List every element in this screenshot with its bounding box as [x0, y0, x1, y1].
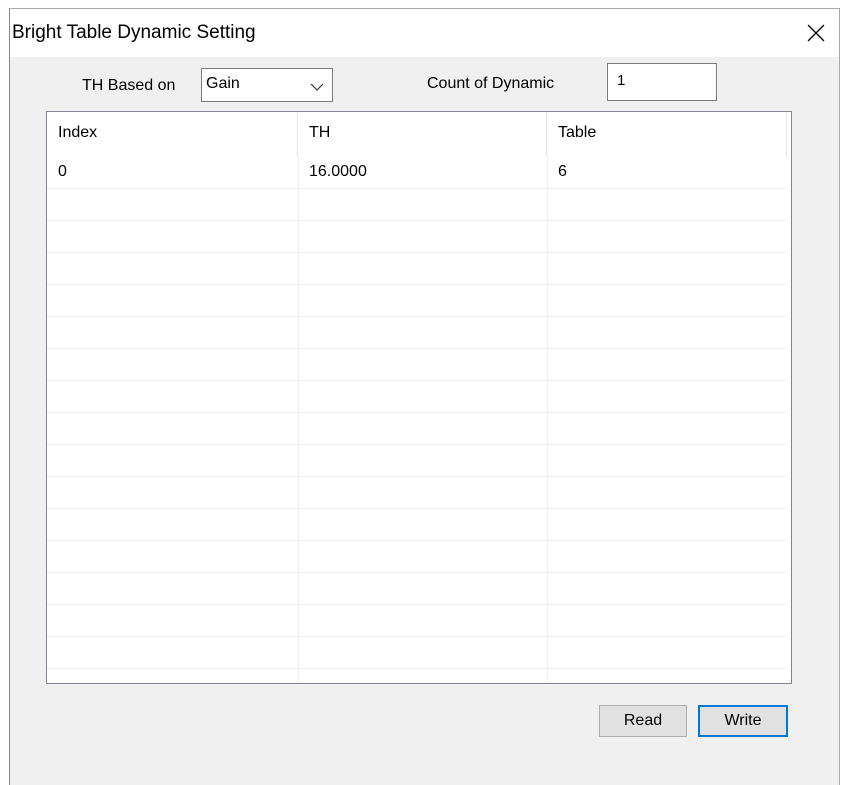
table-row[interactable] — [47, 413, 787, 445]
table-cell-index — [47, 637, 298, 669]
table-cell-index — [47, 445, 298, 477]
table-row[interactable] — [47, 349, 787, 381]
dialog-window: Bright Table Dynamic Setting TH Based on… — [9, 8, 840, 785]
table-cell-table — [547, 253, 787, 285]
table-cell-table — [547, 637, 787, 669]
table-cell-table — [547, 413, 787, 445]
table-cell-index: 0 — [58, 163, 67, 180]
column-header-th[interactable]: TH — [298, 112, 547, 157]
table-row[interactable] — [47, 189, 787, 221]
table-cell-table — [547, 381, 787, 413]
table-cell-index — [47, 509, 298, 541]
table-cell-th — [298, 253, 547, 285]
table-cell-table — [547, 573, 787, 605]
table-row[interactable] — [47, 253, 787, 285]
table-cell-th — [298, 445, 547, 477]
table-row[interactable] — [47, 445, 787, 477]
table-cell-table — [547, 541, 787, 573]
table-cell-th — [298, 285, 547, 317]
count-of-dynamic-value: 1 — [617, 72, 626, 89]
table-cell-th — [298, 573, 547, 605]
th-based-select[interactable]: Gain — [201, 68, 333, 102]
table-cell-index — [47, 221, 298, 253]
close-icon — [807, 24, 825, 42]
table-cell-th — [298, 189, 547, 221]
th-based-value: Gain — [206, 75, 240, 92]
table-cell-table: 6 — [558, 163, 567, 180]
table-row[interactable]: 0 16.0000 6 — [47, 157, 787, 189]
count-of-dynamic-input[interactable]: 1 — [607, 63, 717, 101]
table-row[interactable] — [47, 605, 787, 637]
table-cell-index — [47, 541, 298, 573]
table-cell-index — [47, 381, 298, 413]
table-cell-index — [47, 189, 298, 221]
dialog-title: Bright Table Dynamic Setting — [12, 22, 256, 43]
table-cell-index — [47, 317, 298, 349]
table-row[interactable] — [47, 573, 787, 605]
table-row[interactable] — [47, 221, 787, 253]
table-cell-table — [547, 189, 787, 221]
table-cell-th — [298, 637, 547, 669]
write-button[interactable]: Write — [698, 705, 788, 737]
table-row[interactable] — [47, 317, 787, 349]
table-cell-th — [298, 509, 547, 541]
table-cell-table — [547, 285, 787, 317]
table-cell-table — [547, 605, 787, 637]
column-header-table[interactable]: Table — [547, 112, 787, 157]
dynamic-table[interactable]: Index TH Table 0 16.0000 6 — [46, 111, 792, 684]
table-row[interactable] — [47, 381, 787, 413]
table-cell-index — [47, 477, 298, 509]
count-of-dynamic-label: Count of Dynamic — [427, 75, 555, 92]
table-cell-table — [547, 221, 787, 253]
table-row[interactable] — [47, 637, 787, 669]
table-cell-th — [298, 381, 547, 413]
table-cell-index — [47, 253, 298, 285]
chevron-down-icon — [310, 83, 324, 91]
table-cell-table — [547, 445, 787, 477]
table-row[interactable] — [47, 477, 787, 509]
table-cell-table — [547, 509, 787, 541]
table-cell-th — [298, 477, 547, 509]
table-cell-th — [298, 317, 547, 349]
table-cell-index — [47, 349, 298, 381]
title-bar[interactable]: Bright Table Dynamic Setting — [10, 9, 839, 57]
table-cell-index — [47, 573, 298, 605]
table-row[interactable] — [47, 509, 787, 541]
table-cell-index — [47, 413, 298, 445]
column-header-index[interactable]: Index — [47, 112, 298, 157]
table-cell-th — [298, 221, 547, 253]
table-header: Index TH Table — [47, 112, 791, 157]
table-row[interactable] — [47, 285, 787, 317]
table-row[interactable] — [47, 541, 787, 573]
table-cell-th: 16.0000 — [309, 163, 367, 180]
table-cell-th — [298, 541, 547, 573]
close-button[interactable] — [793, 9, 839, 57]
table-cell-table — [547, 317, 787, 349]
table-cell-table — [547, 477, 787, 509]
table-cell-table — [547, 349, 787, 381]
table-cell-th — [298, 605, 547, 637]
table-cell-index — [47, 285, 298, 317]
table-cell-th — [298, 349, 547, 381]
table-cell-th — [298, 413, 547, 445]
read-button[interactable]: Read — [599, 705, 687, 737]
table-cell-index — [47, 605, 298, 637]
th-based-label: TH Based on — [82, 77, 176, 94]
